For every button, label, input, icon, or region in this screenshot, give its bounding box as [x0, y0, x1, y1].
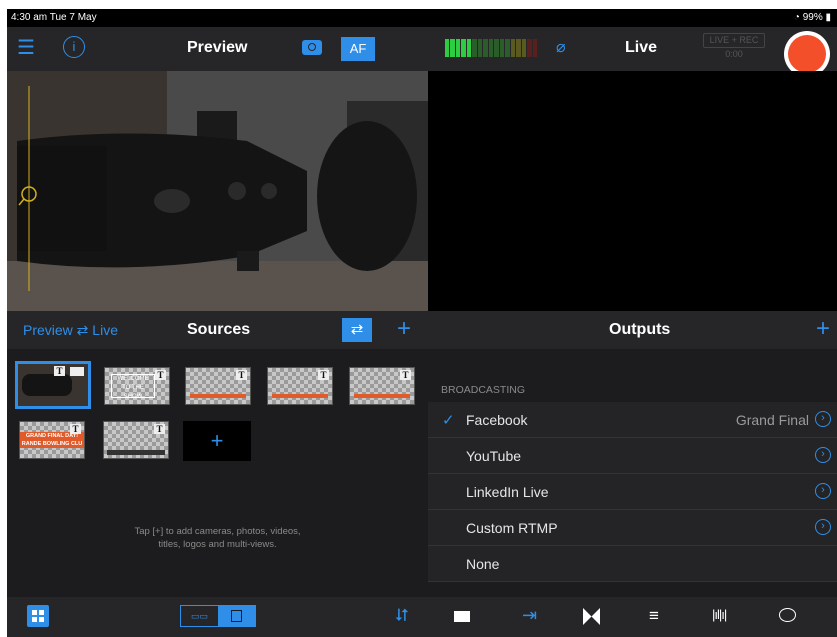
status-time: 4:30 am Tue 7 May — [11, 12, 97, 23]
outputs-title: Outputs — [609, 321, 671, 338]
text-overlay-icon: T — [154, 424, 165, 434]
chat-bubble-icon[interactable] — [779, 608, 796, 622]
preview-header: ☰ i Preview AF — [7, 27, 428, 71]
sources-hint-line1: Tap [+] to add cameras, photos, videos, — [134, 526, 301, 537]
source-thumb-welcome[interactable]: WELCOME TO THE SHOW T — [104, 367, 170, 405]
text-overlay-icon: T — [400, 370, 411, 380]
audio-level-meter — [445, 39, 537, 57]
menu-icon[interactable]: ☰ — [17, 38, 35, 58]
output-row-none[interactable]: None — [428, 546, 837, 582]
sources-footer: ▭▭ ⮃ — [7, 597, 428, 637]
sources-hint: Tap [+] to add cameras, photos, videos, … — [7, 525, 428, 551]
swap-button[interactable]: ⇄ — [342, 318, 372, 342]
live-header: ⌀ Live LIVE + REC 0:00 — [428, 27, 837, 77]
sources-hint-line2: titles, logos and multi-views. — [158, 539, 277, 550]
preview-camera-image — [7, 71, 428, 311]
chevron-right-icon[interactable]: › — [815, 519, 831, 535]
broadcasting-section-header: BROADCASTING — [441, 384, 526, 396]
toolbar: ⇥ ≡ |ıl|ı| — [428, 597, 837, 637]
live-title: Live — [625, 39, 658, 56]
check-icon: ✓ — [442, 412, 455, 429]
welcome-line2: TO THE SHOW — [122, 385, 144, 400]
add-source-tile[interactable]: + — [183, 421, 251, 461]
output-row-custom-rtmp[interactable]: Custom RTMP › — [428, 510, 837, 546]
layout-toggle[interactable]: ▭▭ — [180, 605, 256, 627]
adjustments-icon[interactable]: ≡ — [649, 606, 659, 626]
output-label: LinkedIn Live — [466, 484, 549, 500]
video-camera-icon — [70, 367, 84, 376]
chevron-right-icon[interactable]: › — [815, 447, 831, 463]
text-overlay-icon: T — [318, 370, 329, 380]
preview-video[interactable] — [7, 71, 428, 311]
sources-title: Sources — [187, 321, 251, 338]
outputs-bar: Outputs + — [428, 311, 837, 349]
video-camera-icon[interactable] — [454, 611, 470, 622]
chevron-right-icon[interactable]: › — [815, 411, 831, 427]
sources-panel: T WELCOME TO THE SHOW T T T T GRAND FINA… — [7, 349, 428, 597]
output-label: None — [466, 556, 500, 572]
output-icon[interactable]: ⇥ — [522, 605, 537, 626]
source-thumb-grand-final[interactable]: GRAND FINAL DAY! RANDE BOWLING CLU T — [19, 421, 85, 459]
source-thumb-lower-third-2[interactable]: T — [267, 367, 333, 405]
source-thumb-lower-third-3[interactable]: T — [349, 367, 415, 405]
welcome-line1: WELCOME — [117, 376, 149, 382]
output-label: Custom RTMP — [466, 520, 558, 536]
add-output-button[interactable]: + — [816, 315, 830, 343]
live-rec-badge: LIVE + REC 0:00 — [703, 33, 765, 61]
split-view-icon[interactable]: ▭▭ — [181, 606, 218, 626]
outputs-panel: BROADCASTING ✓ Facebook Grand Final › Yo… — [428, 349, 837, 597]
share-icon[interactable]: ⮃ — [395, 606, 409, 626]
output-row-facebook[interactable]: ✓ Facebook Grand Final › — [428, 402, 837, 438]
mic-muted-icon[interactable]: ⌀ — [556, 37, 566, 57]
output-label: YouTube — [466, 448, 522, 464]
source-thumb-scoreboard[interactable]: T — [103, 421, 169, 459]
app-window: 4:30 am Tue 7 May ◔ 99% ▮ ☰ i Preview AF… — [7, 9, 837, 637]
text-overlay-icon: T — [70, 424, 81, 434]
info-icon[interactable]: i — [63, 36, 85, 58]
portrait-view-icon[interactable] — [218, 606, 255, 626]
source-thumb-camera[interactable]: T — [15, 361, 91, 409]
autofocus-button[interactable]: AF — [341, 37, 375, 61]
preview-live-toggle[interactable]: Preview ⇄ Live — [23, 322, 118, 339]
text-overlay-icon: T — [155, 370, 166, 380]
output-value: Grand Final — [735, 412, 809, 428]
grid-view-button[interactable] — [27, 605, 49, 627]
preview-title: Preview — [187, 39, 248, 56]
transition-icon[interactable] — [583, 608, 600, 625]
grand-final-line2: RANDE BOWLING CLU — [21, 441, 83, 447]
live-rec-timer: 0:00 — [725, 49, 743, 59]
add-source-button[interactable]: + — [397, 315, 411, 343]
text-overlay-icon: T — [54, 366, 65, 376]
source-thumb-lower-third-1[interactable]: T — [185, 367, 251, 405]
sources-bar: Preview ⇄ Live Sources ⇄ + — [7, 311, 428, 349]
output-label: Facebook — [466, 412, 528, 428]
flip-camera-icon[interactable] — [302, 40, 322, 55]
live-video — [428, 71, 837, 311]
text-overlay-icon: T — [236, 370, 247, 380]
chevron-right-icon[interactable]: › — [815, 483, 831, 499]
status-battery: ◔ 99% ▮ — [793, 12, 831, 23]
live-rec-label: LIVE + REC — [703, 33, 765, 48]
audio-waveform-icon[interactable]: |ıl|ı| — [712, 607, 727, 622]
output-row-youtube[interactable]: YouTube › — [428, 438, 837, 474]
output-row-linkedin[interactable]: LinkedIn Live › — [428, 474, 837, 510]
status-bar: 4:30 am Tue 7 May ◔ 99% ▮ — [7, 9, 837, 27]
